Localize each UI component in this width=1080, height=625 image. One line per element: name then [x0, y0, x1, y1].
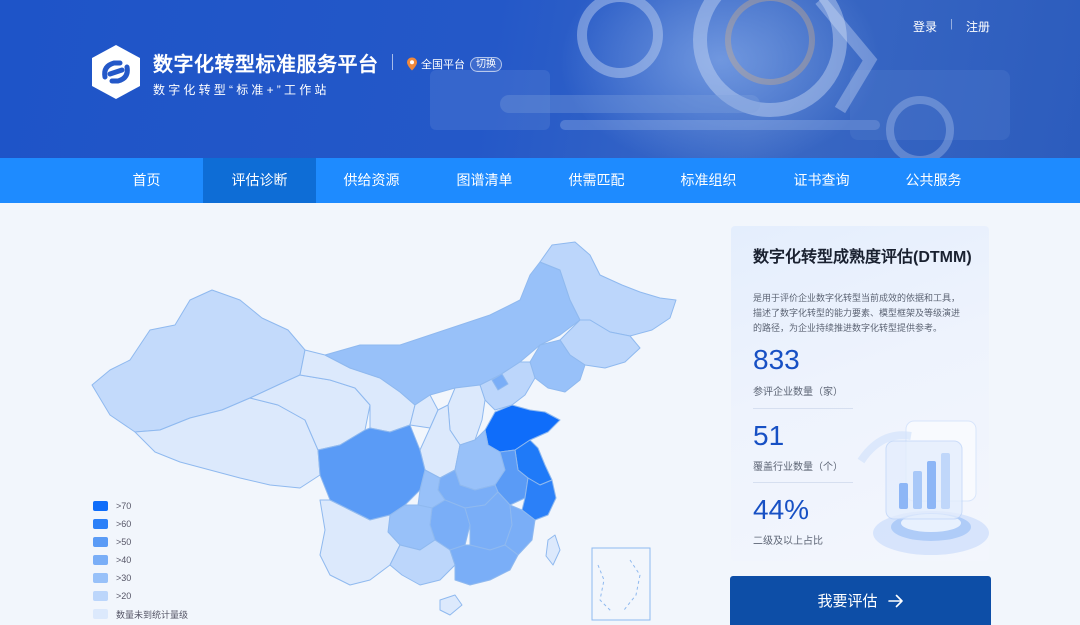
stat-label: 二级及以上占比 — [753, 536, 823, 547]
stat-value: 44% — [753, 494, 810, 525]
stat-value: 833 — [753, 344, 800, 375]
legend-item: >50 — [93, 533, 188, 551]
main-nav: 首页 评估诊断 供给资源 图谱清单 供需匹配 标准组织 证书查询 公共服务 — [0, 158, 1080, 203]
register-link[interactable]: 注册 — [966, 18, 990, 35]
region-guangdong[interactable] — [449, 544, 519, 586]
stat-label: 覆盖行业数量（个） — [753, 462, 843, 473]
map-legend: >70 >60 >50 >40 >30 >20 数量未到统计量级 — [93, 497, 188, 623]
region-hainan[interactable] — [439, 594, 463, 616]
legend-item: 数量未到统计量级 — [93, 605, 188, 623]
region-label: 全国平台 — [421, 59, 465, 71]
dtmm-info-card: 数字化转型成熟度评估(DTMM) 是用于评价企业数字化转型当前成效的依据和工具，… — [731, 226, 989, 561]
stat-label: 参评企业数量（家） — [753, 387, 843, 398]
nav-item-supply-resources[interactable]: 供给资源 — [315, 158, 428, 203]
nav-item-public-services[interactable]: 公共服务 — [877, 158, 990, 203]
legend-item: >70 — [93, 497, 188, 515]
stat-divider — [753, 482, 853, 483]
region-switch-button[interactable]: 切换 — [470, 56, 502, 72]
south-china-sea-inset — [591, 547, 651, 621]
bar-chart-illustration-icon — [857, 420, 989, 555]
site-title: 数字化转型标准服务平台 — [153, 54, 379, 76]
legend-item: >60 — [93, 515, 188, 533]
nav-item-certificate-query[interactable]: 证书查询 — [765, 158, 878, 203]
nav-item-supply-demand[interactable]: 供需匹配 — [540, 158, 653, 203]
region-taiwan[interactable] — [545, 534, 561, 566]
start-assessment-button[interactable]: 我要评估 — [730, 576, 991, 625]
title-divider — [392, 54, 393, 70]
card-title: 数字化转型成熟度评估(DTMM) — [753, 249, 972, 266]
site-subtitle: 数字化转型“标准+”工作站 — [153, 83, 330, 97]
nav-item-atlas-list[interactable]: 图谱清单 — [428, 158, 541, 203]
site-header: 数字化转型标准服务平台 数字化转型“标准+”工作站 全国平台 切换 登录 | 注… — [0, 0, 1080, 158]
location-pin-icon — [407, 57, 417, 71]
legend-item: >30 — [93, 569, 188, 587]
legend-item: >20 — [93, 587, 188, 605]
stat-divider — [753, 408, 853, 409]
nav-item-assessment[interactable]: 评估诊断 — [203, 158, 316, 203]
card-description: 是用于评价企业数字化转型当前成效的依据和工具，描述了数字化转型的能力要素、模型框… — [753, 293, 961, 333]
auth-separator: | — [950, 18, 953, 30]
arrow-right-icon — [887, 594, 903, 607]
nav-item-standards-orgs[interactable]: 标准组织 — [652, 158, 765, 203]
legend-item: >40 — [93, 551, 188, 569]
start-assessment-label: 我要评估 — [817, 593, 878, 610]
region-selector[interactable]: 全国平台 切换 — [406, 56, 502, 72]
platform-logo-icon — [92, 45, 140, 99]
nav-item-home[interactable]: 首页 — [90, 158, 203, 203]
login-link[interactable]: 登录 — [913, 18, 937, 35]
stat-value: 51 — [753, 420, 785, 451]
